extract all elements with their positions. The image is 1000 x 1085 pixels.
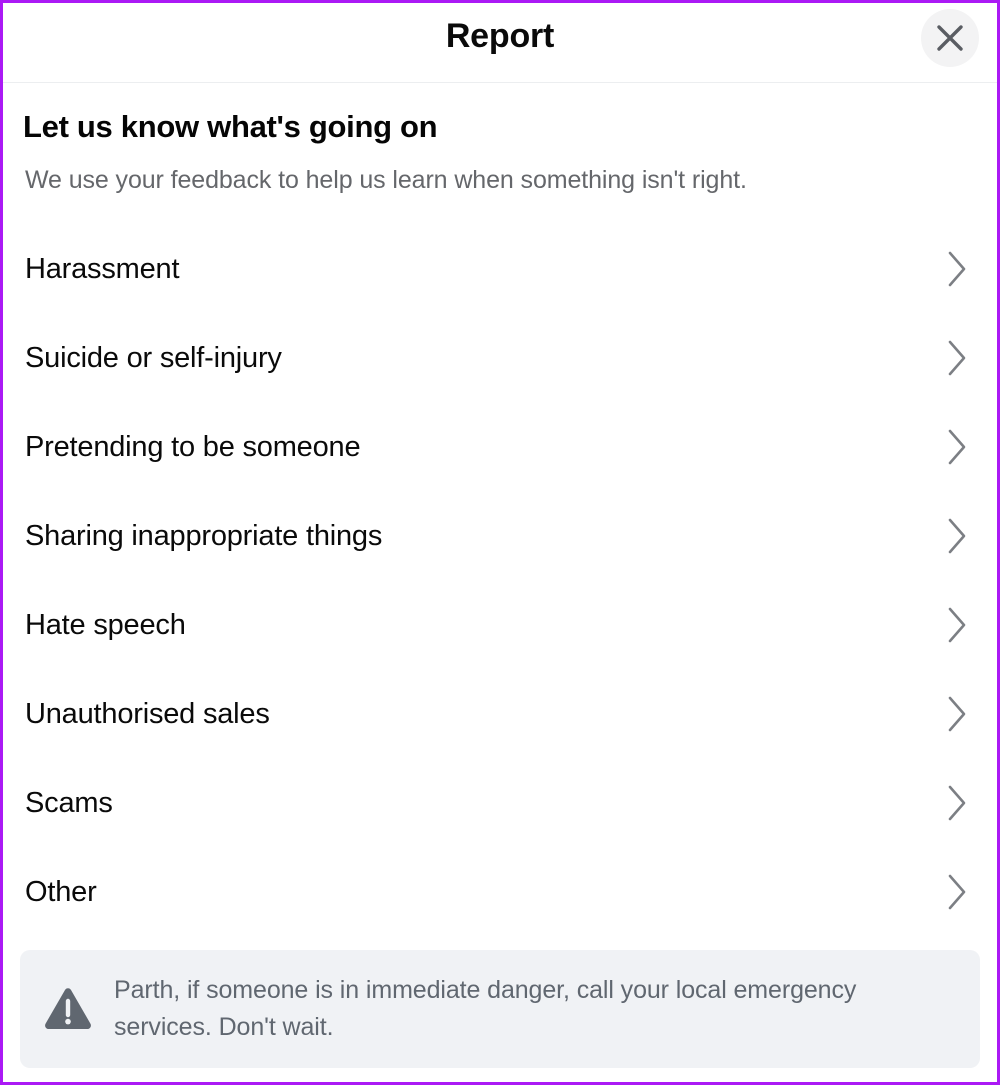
reason-label: Scams (25, 786, 113, 819)
reason-label: Hate speech (25, 608, 186, 641)
chevron-right-icon (943, 427, 971, 467)
list-item[interactable]: Other (3, 847, 997, 936)
list-item[interactable]: Suicide or self-injury (3, 313, 997, 402)
chevron-right-icon (943, 249, 971, 289)
page-title: Report (445, 17, 555, 55)
intro-subtext: We use your feedback to help us learn wh… (25, 166, 747, 194)
emergency-warning-text: Parth, if someone is in immediate danger… (114, 976, 857, 1041)
close-icon (933, 21, 967, 55)
reason-label: Suicide or self-injury (25, 341, 282, 374)
chevron-right-icon (943, 694, 971, 734)
chevron-right-icon (943, 605, 971, 645)
reason-label: Sharing inappropriate things (25, 519, 383, 552)
chevron-right-icon (943, 516, 971, 556)
intro-heading: Let us know what's going on (23, 109, 438, 144)
reason-label: Unauthorised sales (25, 697, 270, 730)
warning-triangle-icon (42, 986, 94, 1032)
report-dialog: Report Let us know what's going on We us… (0, 0, 1000, 1085)
close-button[interactable] (921, 9, 979, 67)
chevron-right-icon (943, 872, 971, 912)
list-item[interactable]: Hate speech (3, 580, 997, 669)
reason-label: Other (25, 875, 97, 908)
reason-label: Harassment (25, 252, 180, 285)
emergency-warning-banner: Parth, if someone is in immediate danger… (20, 950, 980, 1068)
list-item[interactable]: Harassment (3, 224, 997, 313)
intro-block: Let us know what's going on We use your … (3, 83, 997, 196)
reason-label: Pretending to be someone (25, 430, 361, 463)
list-item[interactable]: Pretending to be someone (3, 402, 997, 491)
list-item[interactable]: Sharing inappropriate things (3, 491, 997, 580)
dialog-header: Report (3, 3, 997, 83)
list-item[interactable]: Scams (3, 758, 997, 847)
chevron-right-icon (943, 338, 971, 378)
chevron-right-icon (943, 783, 971, 823)
list-item[interactable]: Unauthorised sales (3, 669, 997, 758)
report-reason-list: Harassment Suicide or self-injury Pretendi… (3, 224, 997, 936)
